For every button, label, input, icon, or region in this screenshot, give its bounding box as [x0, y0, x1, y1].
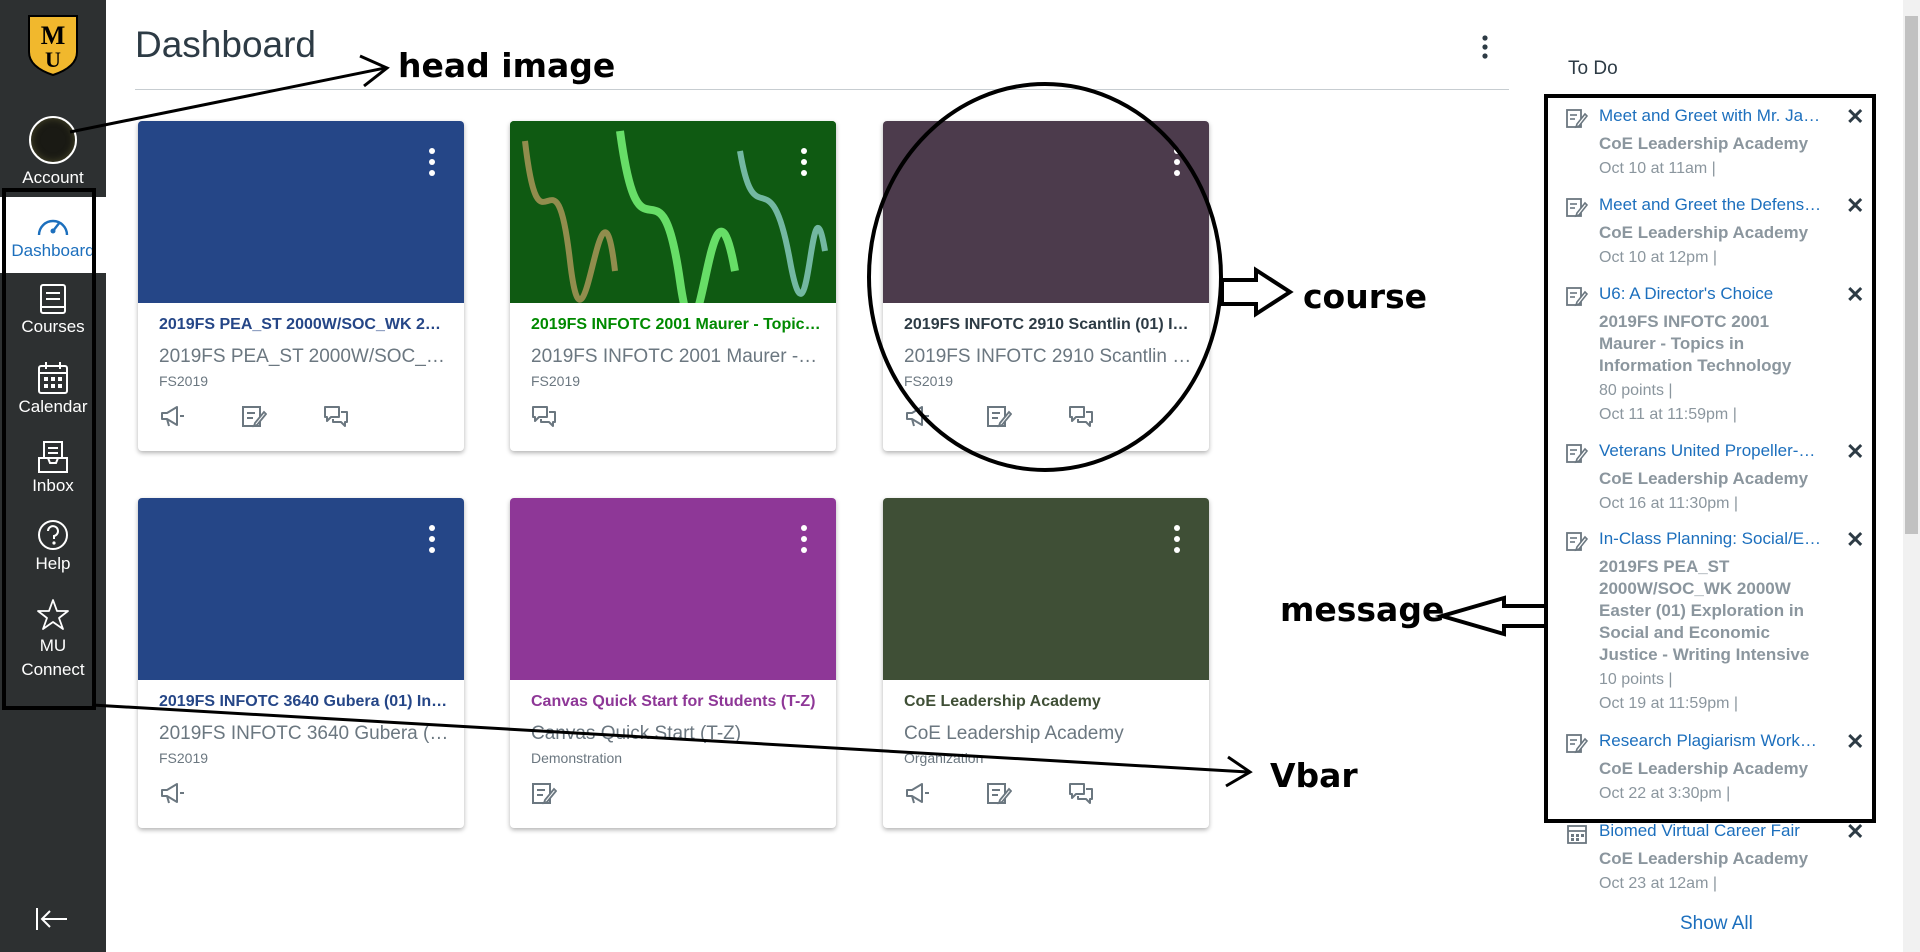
annotation-course: course [1303, 277, 1428, 316]
annotation-head-image: head image [398, 46, 616, 85]
annotation-vbar: Vbar [1270, 756, 1358, 795]
annotation-overlay [2, 54, 1876, 823]
annotation-message: message [1280, 590, 1445, 629]
